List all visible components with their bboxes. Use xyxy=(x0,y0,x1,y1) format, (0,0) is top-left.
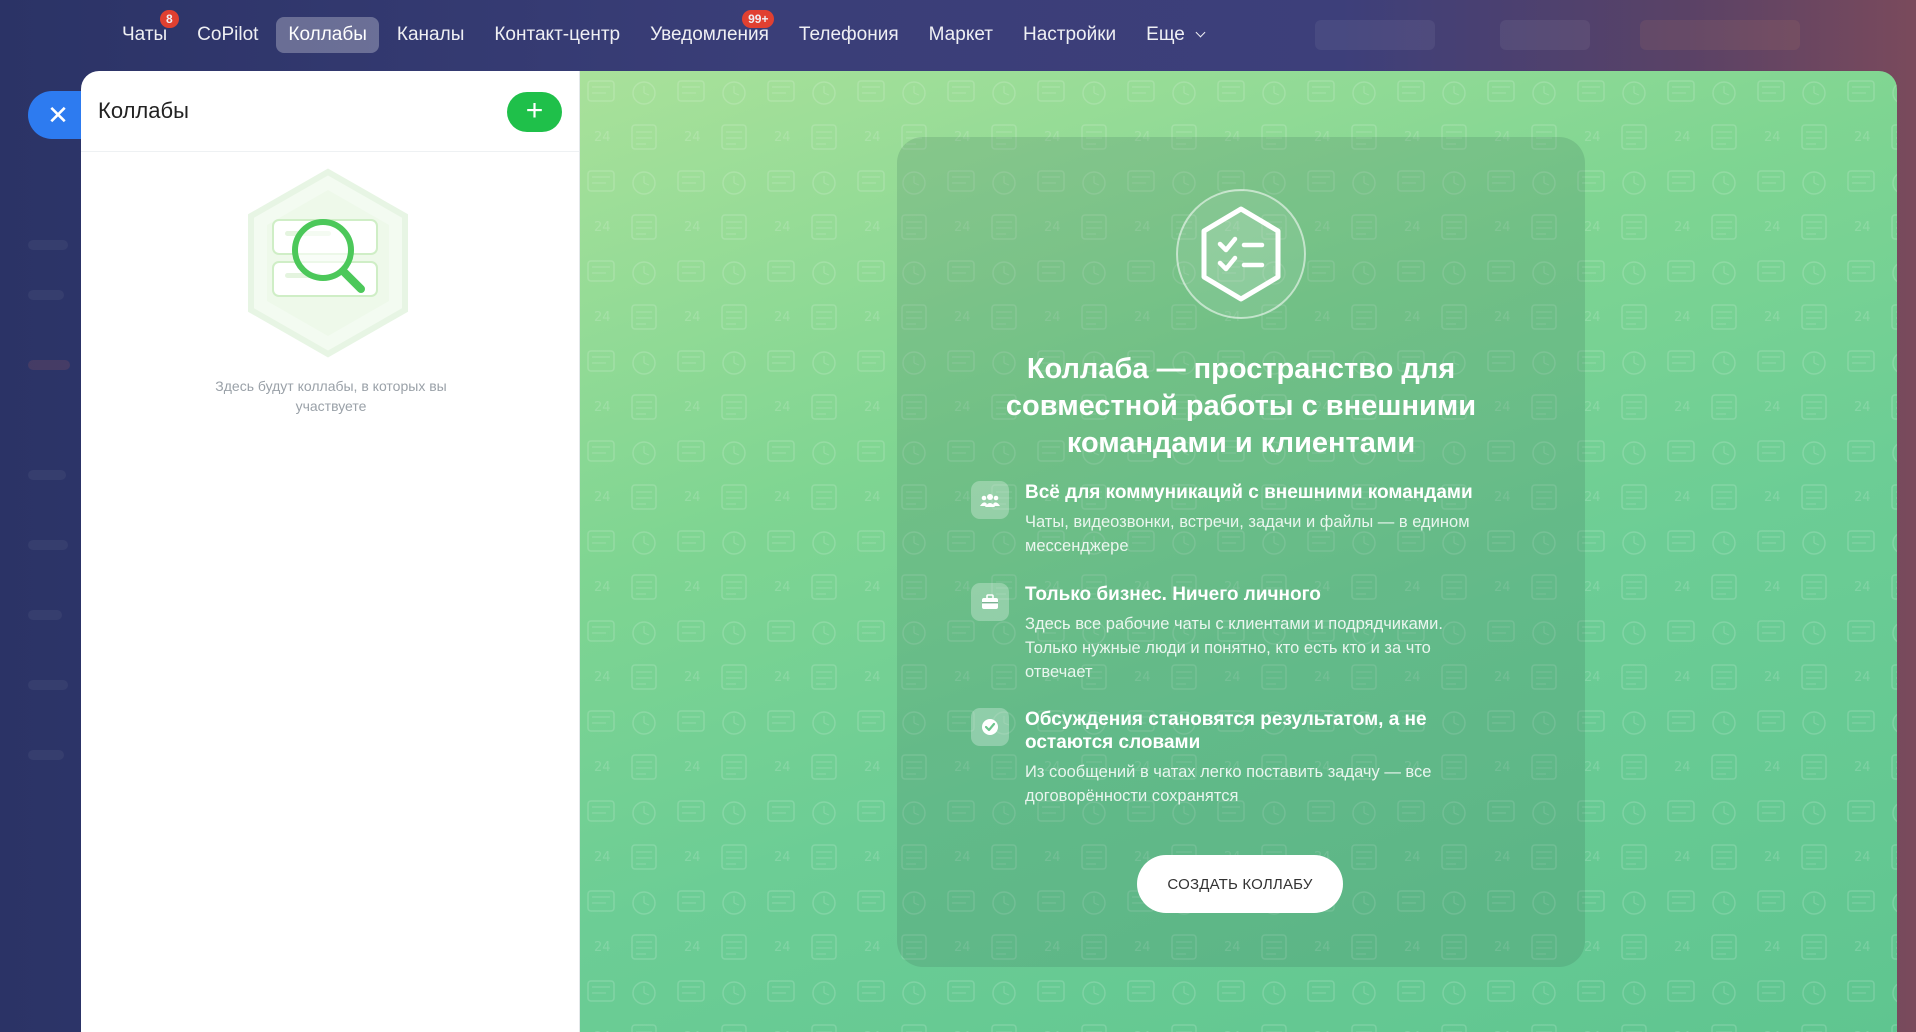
nav-item-label: Маркет xyxy=(928,24,993,45)
feature-title: Всё для коммуникаций с внешними командам… xyxy=(1025,482,1473,503)
feature-description: Чаты, видеозвонки, встречи, задачи и фай… xyxy=(1025,513,1470,555)
nav-item-label: Чаты xyxy=(122,24,168,45)
add-collab-button[interactable]: + xyxy=(507,92,562,132)
nav-item-label: Каналы xyxy=(396,24,465,45)
plus-icon: + xyxy=(525,94,544,127)
nav-item-label: Телефония xyxy=(798,24,899,45)
panel-header: Коллабы + xyxy=(81,71,579,152)
collabs-list-panel: Коллабы + Здесь будут коллабы, в которых… xyxy=(81,71,580,1032)
nav-item-copilot[interactable]: CoPilot xyxy=(185,17,270,53)
nav-item-notifications[interactable]: Уведомления 99+ xyxy=(638,10,781,53)
sidebar-line xyxy=(28,610,62,620)
nav-item-label: Коллабы xyxy=(288,24,367,45)
sidebar-line xyxy=(28,540,68,550)
panel-title: Коллабы xyxy=(98,98,189,123)
feature-business: Только бизнес. Ничего личного Здесь все … xyxy=(971,583,1531,683)
chevron-down-icon xyxy=(1195,27,1206,38)
dimmed-sidebar xyxy=(0,70,81,1032)
feature-title: Обсуждения становятся результатом, а не … xyxy=(1025,709,1427,753)
nav-item-contact-center[interactable]: Контакт-центр xyxy=(482,17,632,53)
feature-description: Из сообщений в чатах легко поставить зад… xyxy=(1025,763,1432,805)
blurred-nav-item xyxy=(1315,20,1435,50)
nav-item-market[interactable]: Маркет xyxy=(917,17,1005,53)
collabs-slider: Коллабы + Здесь будут коллабы, в которых… xyxy=(81,71,1897,1032)
nav-item-channels[interactable]: Каналы xyxy=(385,17,476,53)
nav-item-collabs[interactable]: Коллабы xyxy=(276,17,379,53)
feature-title: Только бизнес. Ничего личного xyxy=(1025,584,1321,605)
nav-item-telephony[interactable]: Телефония xyxy=(787,17,911,53)
sidebar-line xyxy=(28,240,68,250)
nav-item-label: Контакт-центр xyxy=(494,24,621,45)
feature-description: Здесь все рабочие чаты с клиентами и под… xyxy=(1025,615,1443,681)
sidebar-line xyxy=(28,470,66,480)
checklist-hexagon-icon xyxy=(1176,189,1306,319)
feature-communications: Всё для коммуникаций с внешними командам… xyxy=(971,481,1531,561)
create-collab-button[interactable]: СОЗДАТЬ КОЛЛАБУ xyxy=(1137,855,1343,913)
nav-item-label: Еще xyxy=(1146,24,1185,45)
notifications-badge: 99+ xyxy=(742,10,775,28)
close-icon: ✕ xyxy=(47,100,69,130)
empty-search-illustration xyxy=(248,168,408,358)
chats-badge: 8 xyxy=(160,10,179,28)
people-icon xyxy=(971,481,1009,519)
top-navigation: Чаты 8 CoPilot Коллабы Каналы Контакт-це… xyxy=(0,0,1916,70)
empty-state-text: Здесь будут коллабы, в которых вы участв… xyxy=(215,378,447,414)
nav-item-chats[interactable]: Чаты 8 xyxy=(110,10,179,53)
nav-item-settings[interactable]: Настройки xyxy=(1011,17,1128,53)
sidebar-line xyxy=(28,360,70,370)
blurred-nav-item xyxy=(1500,20,1590,50)
close-slider-button[interactable]: ✕ xyxy=(28,91,82,139)
checkmark-icon xyxy=(971,708,1009,746)
feature-results: Обсуждения становятся результатом, а не … xyxy=(971,708,1531,808)
nav-item-more[interactable]: Еще xyxy=(1134,17,1216,53)
briefcase-icon xyxy=(971,583,1009,621)
sidebar-line xyxy=(28,680,68,690)
promo-title: Коллаба — пространство для совместной ра… xyxy=(1005,353,1477,459)
sidebar-line xyxy=(28,750,64,760)
collab-promo-area: 24 Коллаба — пространство для совместной… xyxy=(580,71,1897,1032)
promo-card: Коллаба — пространство для совместной ра… xyxy=(897,137,1585,967)
blurred-nav-item xyxy=(1640,20,1800,50)
nav-item-label: CoPilot xyxy=(197,24,259,45)
sidebar-line xyxy=(28,290,64,300)
nav-item-label: Настройки xyxy=(1022,24,1117,45)
